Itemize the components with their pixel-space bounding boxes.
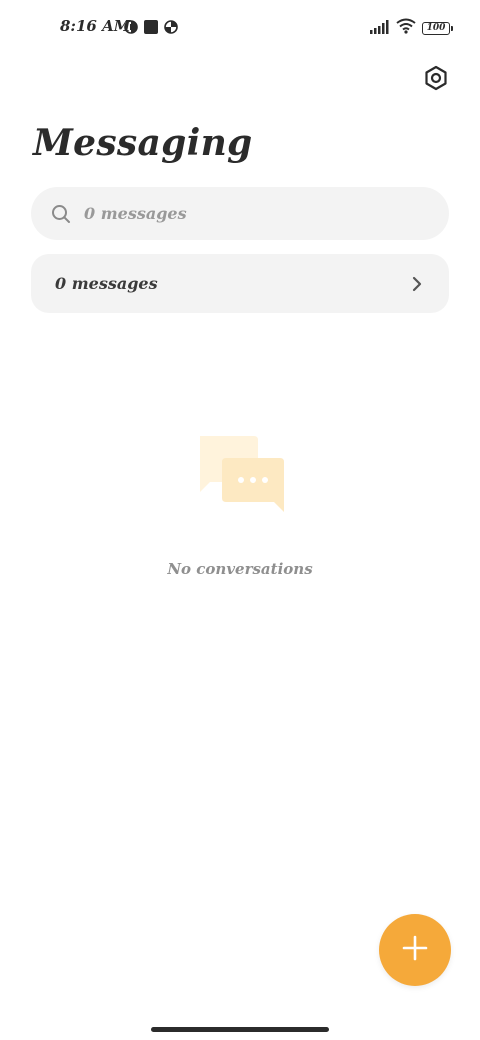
messages-row[interactable]: 0 messages bbox=[31, 254, 449, 313]
chevron-right-icon bbox=[409, 276, 425, 292]
vpn-icon bbox=[164, 19, 178, 38]
chat-bubbles-icon bbox=[196, 434, 286, 514]
search-icon bbox=[50, 203, 72, 225]
status-time: 8:16 AM bbox=[60, 17, 131, 35]
status-icons-left bbox=[124, 19, 178, 38]
messages-row-label: 0 messages bbox=[55, 274, 158, 293]
page-title: Messaging bbox=[33, 122, 253, 164]
square-notification-icon bbox=[144, 19, 158, 38]
plus-icon bbox=[401, 934, 429, 966]
status-bar: 8:16 AM 100 bbox=[0, 0, 480, 56]
empty-state-text: No conversations bbox=[167, 560, 313, 578]
search-bar[interactable] bbox=[31, 187, 449, 240]
home-indicator[interactable] bbox=[151, 1027, 329, 1032]
status-icons-right: 100 bbox=[370, 18, 453, 38]
search-input[interactable] bbox=[82, 203, 416, 224]
signal-icon bbox=[370, 19, 390, 38]
vpn-icon bbox=[124, 19, 138, 38]
new-conversation-button[interactable] bbox=[379, 914, 451, 986]
settings-icon bbox=[423, 65, 449, 95]
battery-icon: 100 bbox=[422, 21, 453, 35]
wifi-icon bbox=[396, 18, 416, 38]
settings-button[interactable] bbox=[420, 64, 452, 96]
